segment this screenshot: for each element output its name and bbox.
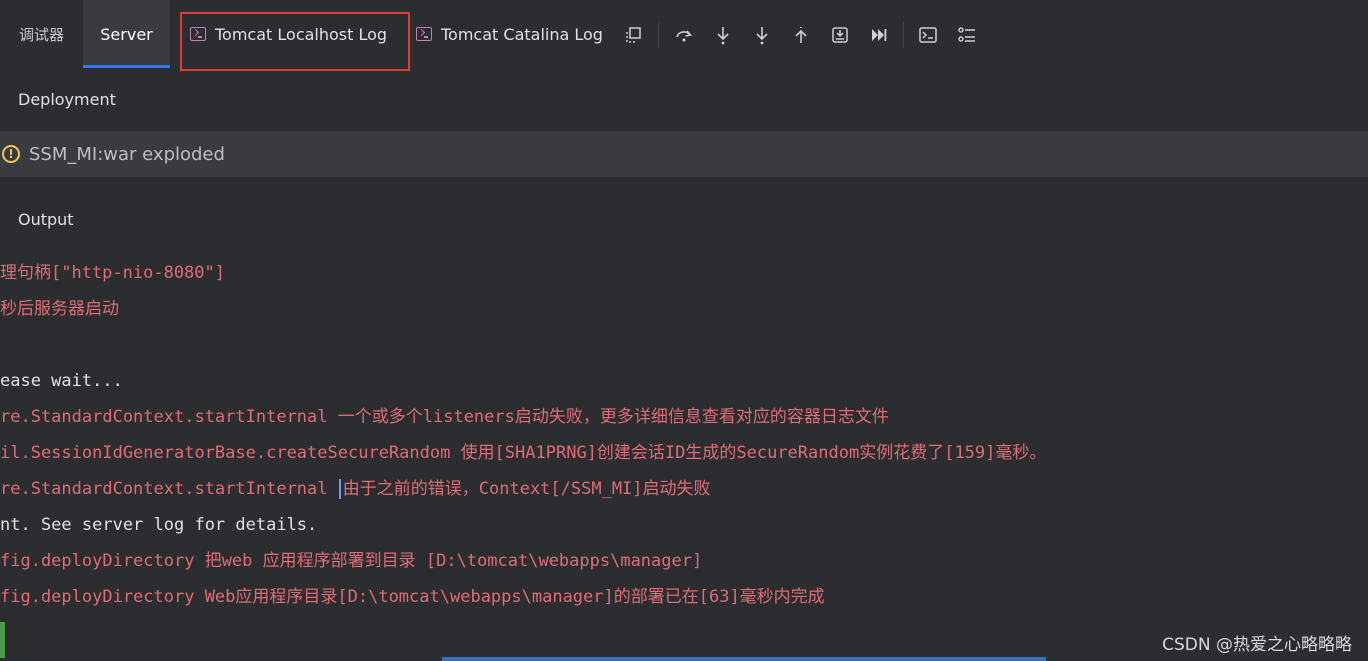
- warning-icon: !: [2, 145, 20, 163]
- log-line: fig.deployDirectory Web应用程序目录[D:\tomcat\…: [0, 587, 825, 607]
- deployment-artifact-row[interactable]: ! SSM_MI:war exploded: [0, 131, 1368, 177]
- terminal-icon: [190, 27, 206, 41]
- output-section-label: Output: [18, 210, 74, 229]
- log-line-part: re.StandardContext.startInternal: [0, 479, 338, 499]
- tab-server[interactable]: Server: [83, 0, 170, 68]
- log-line: 秒后服务器启动: [0, 299, 119, 319]
- step-into-icon[interactable]: [711, 23, 735, 47]
- tool-window-toolbar: 调试器 Server Tomcat Localhost Log Tomcat C…: [0, 0, 1368, 71]
- artifact-name: SSM_MI:war exploded: [29, 143, 225, 165]
- text-caret: [338, 479, 341, 499]
- log-line: il.SessionIdGeneratorBase.createSecureRa…: [0, 443, 1047, 463]
- force-step-into-icon[interactable]: [750, 23, 774, 47]
- log-line: re.StandardContext.startInternal 一个或多个li…: [0, 407, 889, 427]
- restore-layout-icon[interactable]: [622, 23, 646, 47]
- tab-catalina-label: Tomcat Catalina Log: [441, 24, 603, 44]
- toolbar-separator: [658, 22, 659, 48]
- log-line: 理句柄["http-nio-8080"]: [0, 263, 225, 283]
- log-line: ease wait...: [0, 371, 123, 391]
- log-line-part: 由于之前的错误，Context[/SSM_MI]启动失败: [342, 479, 711, 499]
- active-tab-indicator: [83, 65, 170, 68]
- log-line: fig.deployDirectory 把web 应用程序部署到目录 [D:\t…: [0, 551, 703, 571]
- log-line: re.StandardContext.startInternal 由于之前的错误…: [0, 471, 711, 507]
- tab-debugger[interactable]: 调试器: [0, 0, 83, 68]
- horizontal-scrollbar[interactable]: [442, 657, 1046, 661]
- log-line: nt. See server log for details.: [0, 515, 318, 535]
- watermark: CSDN @热爱之心略略略: [1162, 635, 1352, 655]
- run-to-cursor-icon[interactable]: [828, 23, 852, 47]
- resume-icon[interactable]: [867, 23, 891, 47]
- more-options-icon[interactable]: [955, 23, 979, 47]
- gutter-indicator: [0, 622, 5, 658]
- deployment-section-label: Deployment: [18, 90, 116, 109]
- step-out-icon[interactable]: [789, 23, 813, 47]
- toolbar-separator: [903, 22, 904, 48]
- terminal-icon: [416, 27, 432, 41]
- tab-server-label: Server: [100, 24, 153, 44]
- tab-tomcat-localhost-log[interactable]: Tomcat Localhost Log: [180, 0, 410, 68]
- evaluate-expression-icon[interactable]: [916, 23, 940, 47]
- tab-tomcat-catalina-log[interactable]: Tomcat Catalina Log: [416, 0, 611, 68]
- step-over-icon[interactable]: [672, 23, 696, 47]
- tab-localhost-label: Tomcat Localhost Log: [215, 24, 388, 44]
